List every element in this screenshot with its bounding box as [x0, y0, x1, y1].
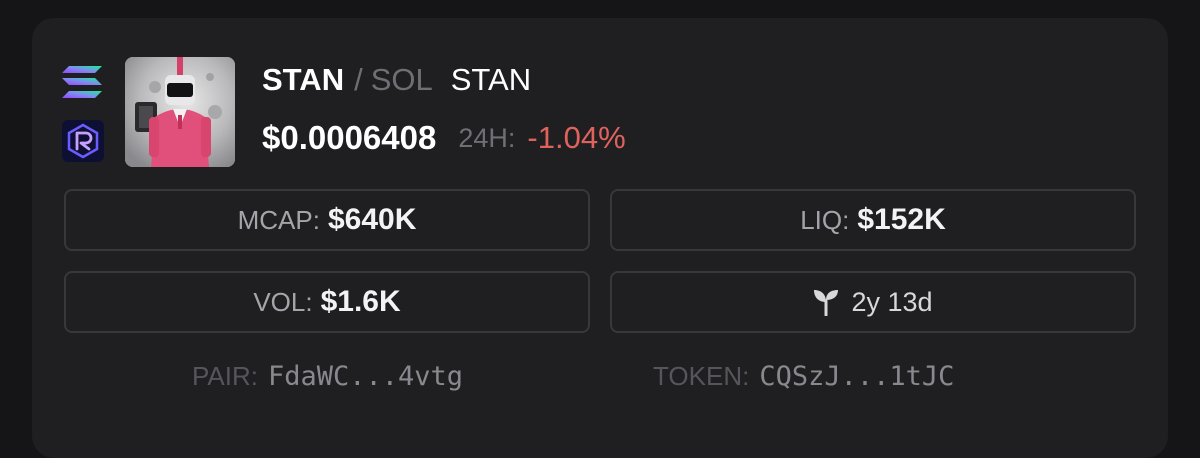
sprout-icon — [814, 290, 839, 316]
mcap-value: $640K — [327, 203, 417, 236]
base-symbol: STAN — [262, 62, 345, 97]
vol-box: VOL: $1.6K — [64, 271, 590, 333]
change-value: -1.04% — [527, 120, 626, 155]
vol-value: $1.6K — [320, 285, 401, 318]
token-name: STAN — [450, 62, 532, 97]
liq-box: LIQ: $152K — [610, 189, 1136, 251]
liq-value: $152K — [857, 203, 946, 236]
price-row: $0.0006408 24H: -1.04% — [262, 116, 626, 160]
token-address-label: TOKEN: — [653, 360, 750, 391]
pair-separator: / — [354, 62, 363, 97]
mcap-label: MCAP: — [237, 204, 320, 235]
mcap-box: MCAP: $640K — [64, 189, 590, 251]
pair-address-label: PAIR: — [192, 360, 258, 391]
token-price: $0.0006408 — [262, 119, 437, 156]
vol-label: VOL: — [253, 286, 313, 317]
pair-address[interactable]: PAIR: FdaWC...4vtg — [192, 355, 463, 397]
quote-symbol: SOL — [370, 62, 433, 97]
pair-address-value[interactable]: FdaWC...4vtg — [268, 361, 463, 392]
pair-title: STAN / SOL STAN — [262, 60, 531, 100]
token-avatar — [125, 57, 235, 167]
change-label: 24H: — [458, 122, 516, 153]
token-address-value[interactable]: CQSzJ...1tJC — [759, 361, 954, 392]
age-box: 2y 13d — [610, 271, 1136, 333]
liq-label: LIQ: — [800, 204, 850, 235]
token-address[interactable]: TOKEN: CQSzJ...1tJC — [653, 355, 954, 397]
solana-icon — [62, 66, 102, 98]
pair-age: 2y 13d — [851, 286, 933, 317]
raydium-icon — [62, 120, 104, 162]
